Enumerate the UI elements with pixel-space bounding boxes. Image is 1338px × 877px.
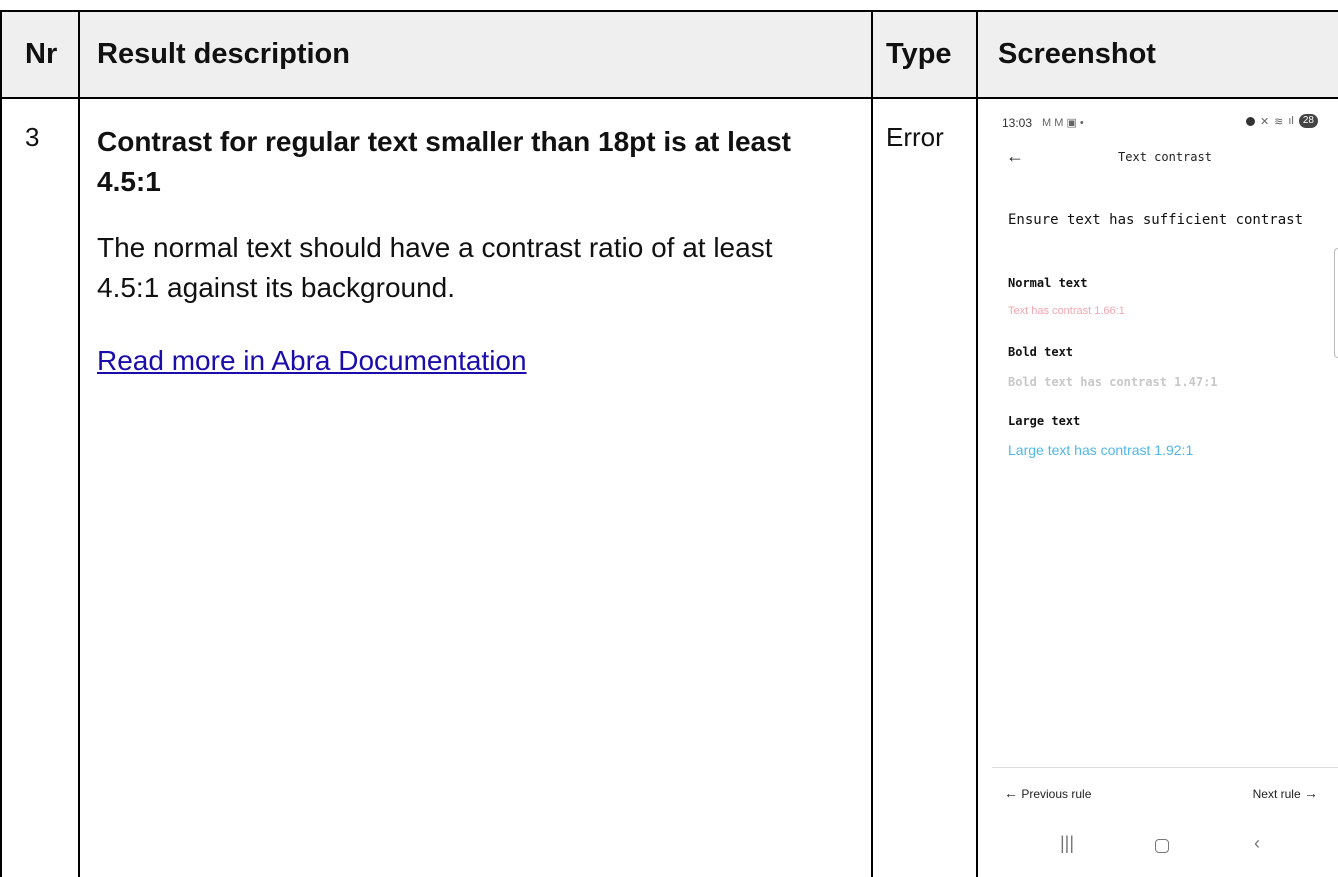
column-divider-nr xyxy=(78,10,80,877)
table-border-left xyxy=(0,10,2,877)
app-title: Text contrast xyxy=(1118,150,1212,164)
bold-text-sample: Bold text has contrast 1.47:1 xyxy=(1008,375,1218,389)
large-text-sample: Large text has contrast 1.92:1 xyxy=(1008,442,1194,458)
row-number: 3 xyxy=(25,122,40,152)
system-nav-bar: ||| ‹ xyxy=(992,833,1338,863)
recent-apps-icon[interactable]: ||| xyxy=(1060,833,1074,854)
large-text-label: Large text xyxy=(1008,414,1081,428)
column-divider-type xyxy=(976,10,978,877)
arrow-left-icon: ← xyxy=(1004,785,1018,801)
result-body: The normal text should have a contrast r… xyxy=(97,232,773,303)
header-type: Type xyxy=(886,37,952,70)
status-indicators: ✕ ≋ ıl 28 xyxy=(1245,114,1318,128)
header-nr: Nr xyxy=(25,37,58,70)
next-rule-label: Next rule xyxy=(1252,787,1301,801)
notification-icons: M M ▣ • xyxy=(1042,117,1084,129)
column-divider-description xyxy=(871,10,873,877)
status-time: 13:03 xyxy=(1002,116,1033,130)
bottom-divider xyxy=(992,767,1338,768)
wifi-icon: ≋ xyxy=(1274,115,1284,128)
battery-icon: 28 xyxy=(1298,114,1318,128)
previous-rule-label: Previous rule xyxy=(1021,787,1092,801)
mute-icon: ✕ xyxy=(1259,115,1270,128)
scroll-handle[interactable] xyxy=(1334,248,1338,358)
app-screenshot: 13:03 M M ▣ • ✕ ≋ ıl 28 ← Text contrast … xyxy=(992,108,1338,877)
arrow-right-icon: → xyxy=(1304,785,1318,801)
header-result-description: Result description xyxy=(97,37,350,70)
normal-text-label: Normal text xyxy=(1008,276,1088,290)
documentation-link[interactable]: Read more in Abra Documentation xyxy=(97,341,527,381)
results-table: Nr Result description Type Screenshot 3 … xyxy=(0,0,1338,877)
next-rule-button[interactable]: Next rule → xyxy=(1253,785,1318,801)
status-bar: 13:03 M M ▣ • ✕ ≋ ıl 28 xyxy=(992,108,1338,138)
normal-text-sample: Text has contrast 1.66:1 xyxy=(1008,305,1125,317)
back-nav-icon[interactable]: ‹ xyxy=(1254,833,1260,854)
home-icon[interactable] xyxy=(1155,839,1169,853)
previous-rule-button[interactable]: ← Previous rule xyxy=(1004,785,1091,801)
header-screenshot: Screenshot xyxy=(998,37,1156,70)
signal-icon: ıl xyxy=(1288,115,1294,127)
dnd-icon xyxy=(1245,116,1255,126)
result-type: Error xyxy=(886,122,944,152)
bold-text-label: Bold text xyxy=(1008,345,1074,359)
result-title: Contrast for regular text smaller than 1… xyxy=(97,126,791,197)
screen-heading: Ensure text has sufficient contrast xyxy=(1008,212,1304,228)
app-bar: ← Text contrast xyxy=(992,146,1338,172)
